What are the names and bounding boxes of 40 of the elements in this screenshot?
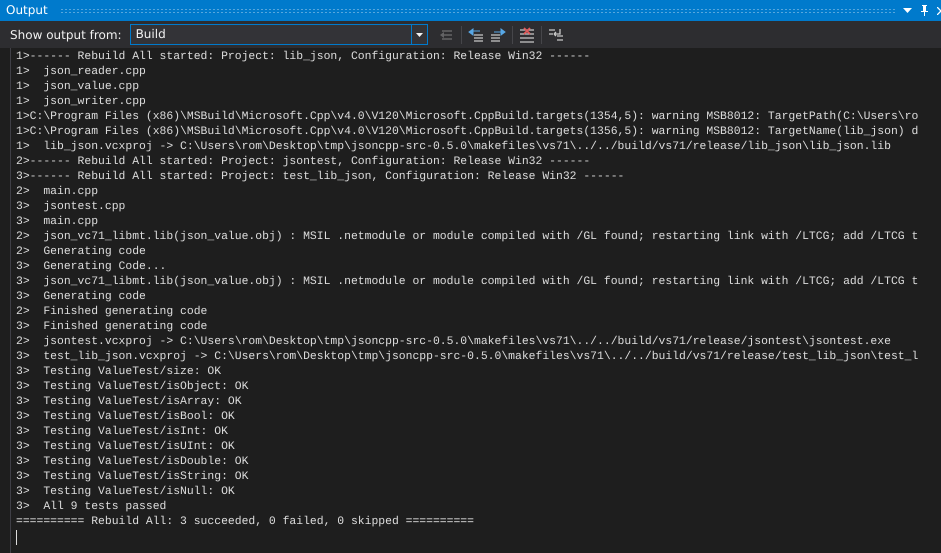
output-line: 1>------ Rebuild All started: Project: lib_json, Configuration: Release Win32 ------ [16,50,590,65]
output-line: 1> json_writer.cpp [16,95,146,110]
output-source-label: Show output from: [10,26,122,44]
output-line: 3> Generating Code... [16,260,166,275]
output-source-dropdown[interactable]: Build [130,24,428,45]
output-line: 2> Generating code [16,245,146,260]
output-line: 3> main.cpp [16,215,98,230]
output-line: 1> lib_json.vcxproj -> C:\Users\rom\Desktop\tmp\jsoncpp-src-0.5.0\makefiles\vs71\../../build/vs71/release/lib_json\lib_json.lib [16,140,891,155]
output-line: 1>C:\Program Files (x86)\MSBuild\Microsoft.Cpp\v4.0\V120\Microsoft.CppBuild.targets(1354,5): warning MSB8012: TargetPath(C:\Users\ro [16,110,918,125]
output-line: 3> Testing ValueTest/isArray: OK [16,395,242,410]
output-line: 3> Testing ValueTest/isNull: OK [16,485,235,500]
output-line: 3> jsontest.cpp [16,200,126,215]
pin-icon[interactable] [920,5,929,16]
close-icon[interactable] [937,6,941,14]
output-line: 3> Testing ValueTest/isObject: OK [16,380,248,395]
output-line: 3> Testing ValueTest/isBool: OK [16,410,235,425]
output-line: 3> All 9 tests passed [16,500,166,515]
output-line: 3> Testing ValueTest/isString: OK [16,470,248,485]
dropdown-icon[interactable] [903,8,912,13]
output-line: 2> json_vc71_libmt.lib(json_value.obj) : MSIL .netmodule or module compiled with /GL found; restarting link with /LTCG; add /LTCG t [16,230,918,245]
caret-icon[interactable] [416,32,423,36]
window-title: Output [5,2,49,19]
text-cursor [16,530,17,545]
output-line: 3> Testing ValueTest/size: OK [16,365,222,380]
output-line: 3>------ Rebuild All started: Project: test_lib_json, Configuration: Release Win32 ------ [16,170,624,185]
output-line: 2> Finished generating code [16,305,208,320]
output-line: 3> Testing ValueTest/isDouble: OK [16,455,248,470]
output-line: 2>------ Rebuild All started: Project: jsontest, Configuration: Release Win32 ------ [16,155,590,170]
output-line: 3> Testing ValueTest/isUInt: OK [16,440,235,455]
output-line: ========== Rebuild All: 3 succeeded, 0 failed, 0 skipped ========== [16,515,474,530]
output-line: 1>C:\Program Files (x86)\MSBuild\Microsoft.Cpp\v4.0\V120\Microsoft.CppBuild.targets(1356,5): warning MSB8012: TargetName(lib_json) d [16,125,918,140]
output-line: 1> json_value.cpp [16,80,140,95]
output-line: 3> test_lib_json.vcxproj -> C:\Users\rom\Desktop\tmp\jsoncpp-src-0.5.0\makefiles\vs71\../../build/vs71/release/test_lib_json\test_l [16,350,918,365]
output-line: 3> json_vc71_libmt.lib(json_value.obj) : MSIL .netmodule or module compiled with /GL found; restarting link with /LTCG; add /LTCG t [16,275,918,290]
output-line: 3> Generating code [16,290,146,305]
output-line: 1> json_reader.cpp [16,65,146,80]
output-line: 2> jsontest.vcxproj -> C:\Users\rom\Desktop\tmp\jsoncpp-src-0.5.0\makefiles\vs71\../../build/vs71/release/jsontest\jsontest.exe [16,335,891,350]
output-line: 3> Testing ValueTest/isInt: OK [16,425,228,440]
output-line: 3> Finished generating code [16,320,208,335]
output-line: 2> main.cpp [16,185,98,200]
